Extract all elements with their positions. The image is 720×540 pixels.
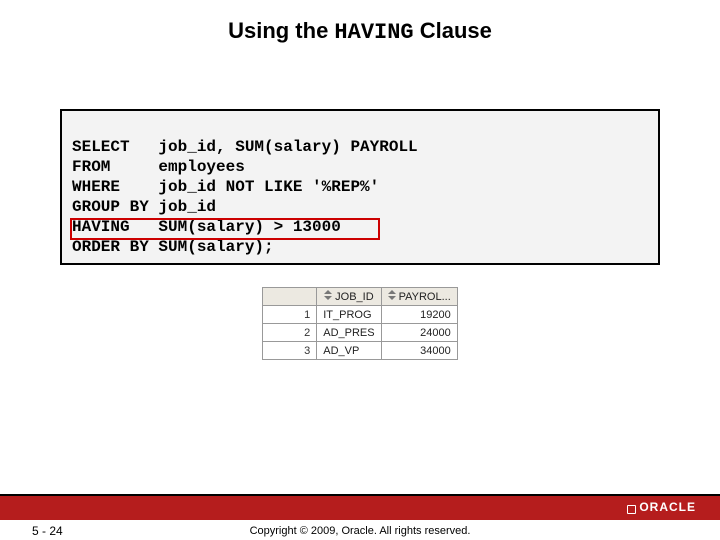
sql-line: FROMemployees [72, 157, 648, 177]
col-payroll: PAYROL... [381, 288, 457, 306]
sql-args: job_id [158, 198, 216, 216]
col-rownum [263, 288, 317, 306]
sql-line: GROUP BYjob_id [72, 197, 648, 217]
sql-args: SUM(salary); [158, 238, 273, 256]
sql-code-box: SELECTjob_id, SUM(salary) PAYROLLFROMemp… [60, 109, 660, 265]
sql-line: ORDER BYSUM(salary); [72, 237, 648, 257]
copyright: Copyright © 2009, Oracle. All rights res… [0, 525, 720, 537]
sort-icon [388, 290, 396, 300]
cell-jobid: IT_PROG [317, 306, 381, 324]
cell-rownum: 1 [263, 306, 317, 324]
sql-keyword: WHERE [72, 177, 158, 197]
table-header-row: JOB_ID PAYROL... [263, 288, 458, 306]
logo-text: ORACLE [639, 500, 696, 514]
sql-keyword: HAVING [72, 217, 158, 237]
title-post: Clause [414, 18, 492, 43]
sql-line: HAVINGSUM(salary) > 13000 [72, 217, 648, 237]
sort-icon [324, 290, 332, 300]
sql-keyword: SELECT [72, 137, 158, 157]
sql-keyword: ORDER BY [72, 237, 158, 257]
sql-args: job_id NOT LIKE '%REP%' [158, 178, 379, 196]
title-pre: Using the [228, 18, 334, 43]
sql-line: WHEREjob_id NOT LIKE '%REP%' [72, 177, 648, 197]
cell-payroll: 34000 [381, 342, 457, 360]
cell-payroll: 19200 [381, 306, 457, 324]
cell-jobid: AD_PRES [317, 324, 381, 342]
cell-rownum: 3 [263, 342, 317, 360]
cell-jobid: AD_VP [317, 342, 381, 360]
slide-title: Using the HAVING Clause [0, 0, 720, 49]
table-row: 1IT_PROG19200 [263, 306, 458, 324]
sql-args: SUM(salary) > 13000 [158, 218, 340, 236]
sql-keyword: GROUP BY [72, 197, 158, 217]
sql-args: employees [158, 158, 244, 176]
cell-rownum: 2 [263, 324, 317, 342]
col-jobid: JOB_ID [317, 288, 381, 306]
title-mono: HAVING [334, 20, 413, 45]
sql-keyword: FROM [72, 157, 158, 177]
table-row: 3AD_VP34000 [263, 342, 458, 360]
table-row: 2AD_PRES24000 [263, 324, 458, 342]
oracle-logo: ORACLE [606, 500, 696, 514]
logo-dot-icon [627, 505, 636, 514]
sql-args: job_id, SUM(salary) PAYROLL [158, 138, 417, 156]
cell-payroll: 24000 [381, 324, 457, 342]
result-table: JOB_ID PAYROL... 1IT_PROG192002AD_PRES24… [262, 287, 458, 360]
sql-line: SELECTjob_id, SUM(salary) PAYROLL [72, 137, 648, 157]
